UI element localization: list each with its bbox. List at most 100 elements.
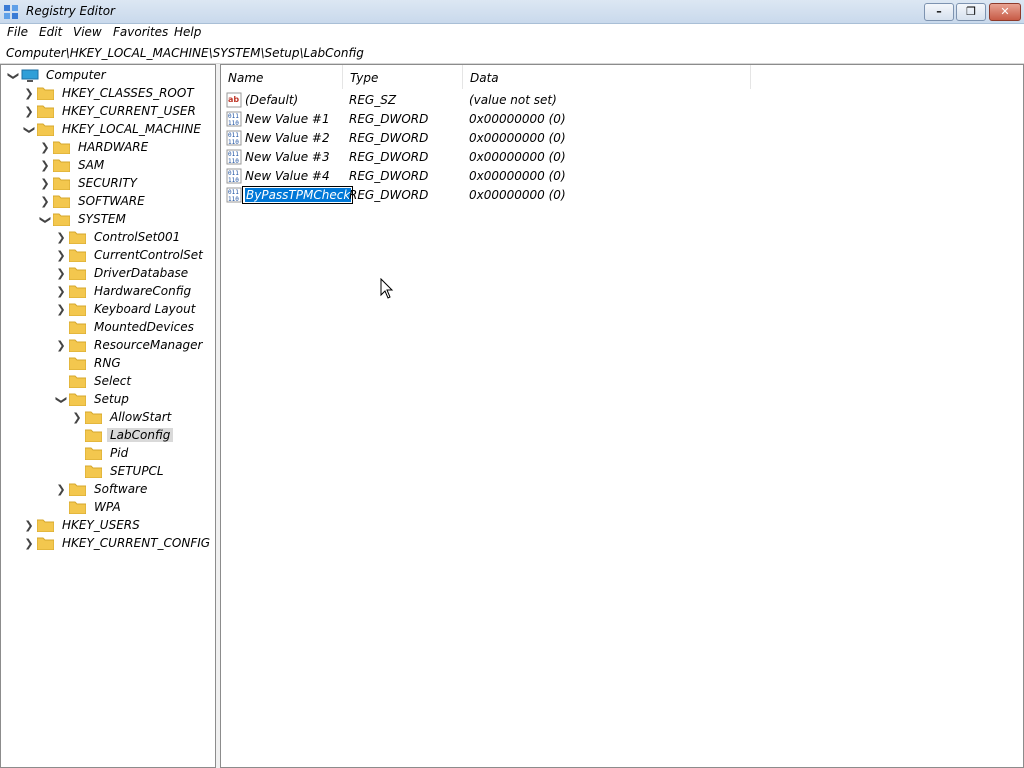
tree-item-label: HKEY_LOCAL_MACHINE: [62, 122, 201, 136]
tree-item-label: ResourceManager: [94, 338, 203, 352]
value-row[interactable]: 011 110 New Value #1 REG_DWORD 0x00000000…: [221, 110, 1023, 129]
chevron-right-icon[interactable]: ❯: [55, 266, 67, 282]
folder-icon: [69, 321, 86, 334]
column-header-type[interactable]: Type: [343, 65, 463, 89]
svg-text:110: 110: [228, 139, 239, 146]
dword-value-icon: 011 110: [226, 168, 242, 184]
tree-item-label: Keyboard Layout: [94, 302, 196, 316]
value-data: 0x00000000 (0): [469, 131, 566, 145]
value-row[interactable]: 011 110 New Value #2 REG_DWORD 0x00000000…: [221, 129, 1023, 148]
chevron-right-icon[interactable]: ❯: [39, 158, 51, 174]
folder-icon: [69, 375, 86, 388]
tree-item-label: DriverDatabase: [94, 266, 189, 280]
menu-view[interactable]: View: [73, 25, 102, 39]
value-type: REG_SZ: [349, 93, 397, 107]
tree-item-label: WPA: [94, 500, 121, 514]
svg-text:ab: ab: [228, 95, 239, 104]
value-type: REG_DWORD: [349, 188, 429, 202]
tree-item-label: HKEY_CLASSES_ROOT: [62, 86, 194, 100]
chevron-right-icon[interactable]: ❯: [55, 230, 67, 246]
rename-input-selected-text[interactable]: ByPassTPMCheck: [245, 188, 352, 202]
folder-icon: [85, 429, 102, 442]
folder-icon: [69, 267, 86, 280]
svg-text:011: 011: [228, 132, 239, 139]
folder-icon: [85, 447, 102, 460]
chevron-right-icon[interactable]: ❯: [39, 194, 51, 210]
column-header-data[interactable]: Data: [463, 65, 751, 89]
svg-text:011: 011: [228, 170, 239, 177]
svg-text:110: 110: [228, 158, 239, 165]
rename-input[interactable]: ByPassTPMCheck: [242, 186, 353, 204]
value-type: REG_DWORD: [349, 169, 429, 183]
maximize-button[interactable]: ❐: [956, 3, 986, 21]
restore-icon: ❐: [966, 5, 976, 18]
svg-text:011: 011: [228, 151, 239, 158]
column-header-name[interactable]: Name: [221, 65, 343, 89]
chevron-right-icon[interactable]: ❯: [39, 140, 51, 156]
chevron-down-icon[interactable]: ❯: [5, 70, 21, 82]
string-value-icon: ab: [226, 92, 242, 108]
chevron-down-icon[interactable]: ❯: [53, 394, 69, 406]
chevron-right-icon[interactable]: ❯: [23, 536, 35, 552]
value-type: REG_DWORD: [349, 112, 429, 126]
value-row-renaming[interactable]: 011 110 ByPassTPMCheck REG_DWORD 0x000000…: [221, 186, 1023, 205]
address-bar[interactable]: Computer\HKEY_LOCAL_MACHINE\SYSTEM\Setup…: [0, 43, 1024, 64]
chevron-right-icon[interactable]: ❯: [55, 284, 67, 300]
tree-item-label: HKEY_CURRENT_USER: [62, 104, 196, 118]
folder-icon: [53, 159, 70, 172]
dword-value-icon: 011 110: [226, 187, 242, 203]
tree-item-label: ControlSet001: [94, 230, 181, 244]
address-path[interactable]: Computer\HKEY_LOCAL_MACHINE\SYSTEM\Setup…: [6, 46, 364, 60]
svg-text:011: 011: [228, 189, 239, 196]
menu-bar: File Edit View Favorites Help: [0, 24, 1024, 43]
chevron-right-icon[interactable]: ❯: [55, 302, 67, 318]
chevron-right-icon[interactable]: ❯: [23, 86, 35, 102]
tree-item-label: LabConfig: [107, 428, 174, 442]
svg-text:110: 110: [228, 120, 239, 127]
chevron-right-icon[interactable]: ❯: [55, 482, 67, 498]
value-data: 0x00000000 (0): [469, 112, 566, 126]
chevron-down-icon[interactable]: ❯: [37, 214, 53, 226]
folder-icon: [69, 285, 86, 298]
value-data: 0x00000000 (0): [469, 188, 566, 202]
tree-item-label: Software: [94, 482, 148, 496]
chevron-right-icon[interactable]: ❯: [23, 518, 35, 534]
folder-icon: [37, 519, 54, 532]
value-row[interactable]: ab (Default) REG_SZ (value not set): [221, 91, 1023, 110]
chevron-down-icon[interactable]: ❯: [21, 124, 37, 136]
chevron-right-icon[interactable]: ❯: [23, 104, 35, 120]
folder-icon: [69, 231, 86, 244]
chevron-right-icon[interactable]: ❯: [55, 248, 67, 264]
minimize-button[interactable]: –: [924, 3, 954, 21]
value-list[interactable]: Name Type Data ab (Default) REG_SZ (valu…: [220, 64, 1024, 768]
value-row[interactable]: 011 110 New Value #4 REG_DWORD 0x00000000…: [221, 167, 1023, 186]
menu-favorites[interactable]: Favorites: [113, 25, 168, 39]
tree-item-label: RNG: [94, 356, 121, 370]
tree-item-label: CurrentControlSet: [94, 248, 203, 262]
tree-item-label: Computer: [46, 68, 106, 82]
menu-edit[interactable]: Edit: [39, 25, 62, 39]
value-name: New Value #2: [245, 131, 330, 145]
value-name: New Value #4: [245, 169, 330, 183]
close-button[interactable]: ✕: [989, 3, 1021, 21]
tree-item-label: HKEY_USERS: [62, 518, 140, 532]
chevron-right-icon[interactable]: ❯: [39, 176, 51, 192]
value-name: (Default): [245, 93, 299, 107]
dword-value-icon: 011 110: [226, 111, 242, 127]
folder-icon: [53, 141, 70, 154]
tree-item-label: Select: [94, 374, 132, 388]
tree-item-label: SECURITY: [78, 176, 137, 190]
chevron-right-icon[interactable]: ❯: [71, 410, 83, 426]
key-tree[interactable]: ❯ Computer ❯ HKEY_CLASSES_ROOT ❯ HKEY_CU…: [0, 64, 216, 768]
minimize-icon: –: [936, 5, 942, 18]
svg-text:110: 110: [228, 196, 239, 203]
tree-item-label: Pid: [110, 446, 129, 460]
folder-icon: [85, 465, 102, 478]
menu-help[interactable]: Help: [174, 25, 201, 39]
tree-item-label: Setup: [94, 392, 129, 406]
menu-file[interactable]: File: [7, 25, 28, 39]
folder-icon: [69, 393, 86, 406]
value-row[interactable]: 011 110 New Value #3 REG_DWORD 0x00000000…: [221, 148, 1023, 167]
chevron-right-icon[interactable]: ❯: [55, 338, 67, 354]
folder-icon: [37, 87, 54, 100]
